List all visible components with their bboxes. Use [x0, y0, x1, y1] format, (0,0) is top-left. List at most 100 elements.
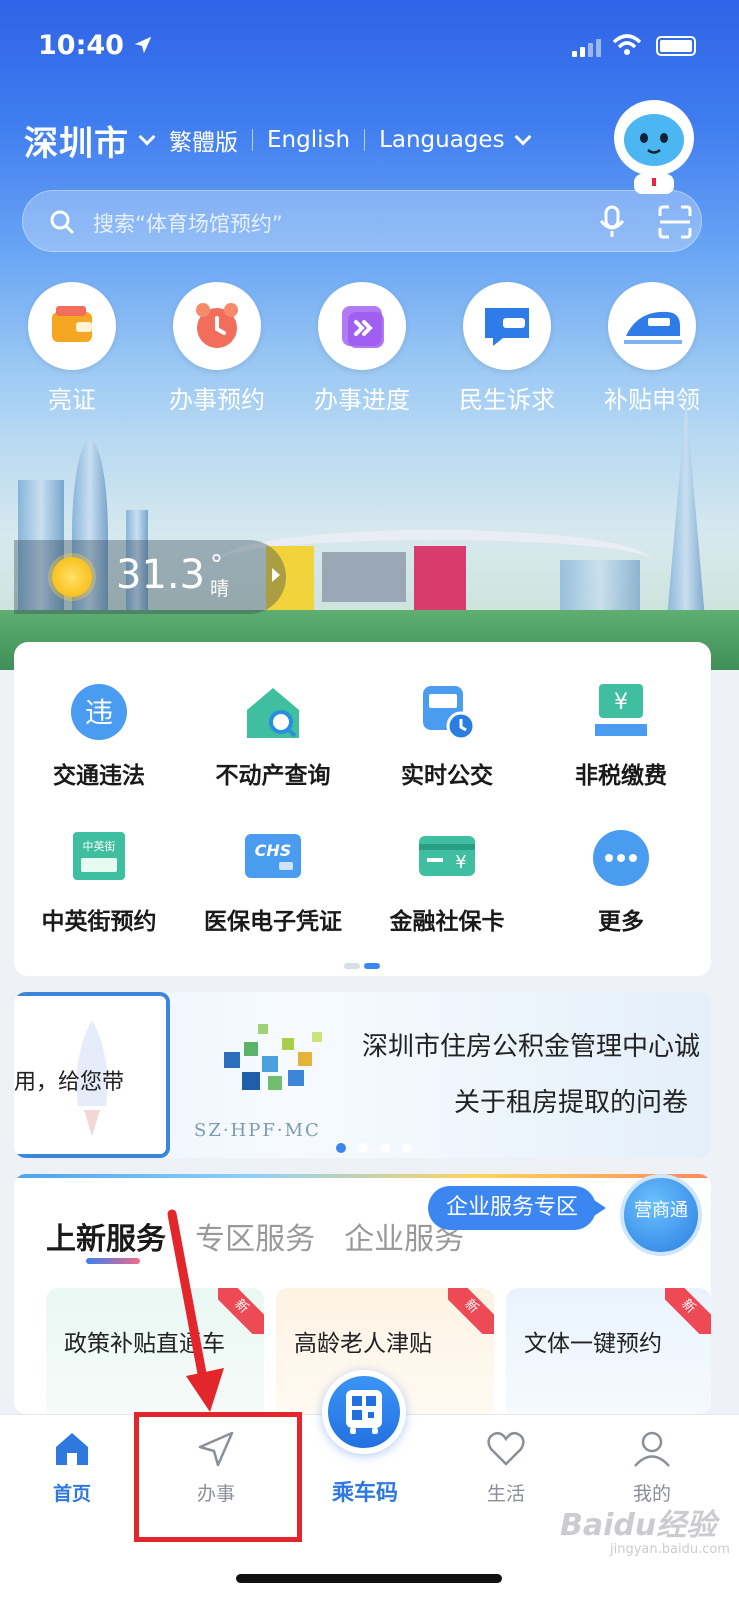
watermark-url: jingyan.baidu.com: [610, 1542, 730, 1557]
languages-selector[interactable]: Languages: [379, 127, 505, 153]
section-accent-bar: [14, 1174, 711, 1178]
quick-action-label: 办事进度: [314, 386, 410, 414]
quick-action-appeal[interactable]: 民生诉求: [452, 282, 562, 415]
service-financial-social-card[interactable]: ¥ 金融社保卡: [362, 828, 532, 936]
quick-action-appointment[interactable]: 办事预约: [162, 282, 272, 415]
service-more[interactable]: 更多: [536, 828, 706, 936]
civic-block-pink: [414, 546, 466, 616]
search-icon: [50, 210, 74, 234]
service-label: 实时公交: [401, 763, 493, 789]
location-arrow-icon: [134, 36, 152, 54]
banner-left-panel: 用，给您带: [14, 992, 170, 1158]
active-tab-underline: [86, 1258, 140, 1264]
quick-action-label: 办事预约: [169, 386, 265, 414]
quick-action-progress[interactable]: 办事进度: [307, 282, 417, 415]
bus-clock-icon: [417, 682, 477, 742]
service-realtime-bus[interactable]: 实时公交: [362, 682, 532, 790]
hpf-logo-mosaic: [214, 1012, 334, 1112]
service-medical-insurance[interactable]: CHS 医保电子凭证: [188, 828, 358, 936]
new-service-title: 政策补贴直通车: [64, 1331, 225, 1357]
qr-bus-icon: [346, 1390, 382, 1434]
status-bar: 10:40: [0, 0, 739, 90]
yingshangtong-button[interactable]: 营商通: [620, 1174, 702, 1256]
quick-action-label: 补贴申领: [604, 386, 700, 414]
house-search-icon: [243, 682, 303, 742]
sunny-icon: [52, 557, 92, 597]
search-input[interactable]: 搜索“体育场馆预约”: [93, 208, 283, 238]
chs-glyph: CHS: [255, 841, 292, 860]
top-header: 深圳市 繁體版 English Languages: [24, 116, 545, 165]
services-grid: 违 交通违法 不动产查询 实时公交 ¥ 非税缴费 中英街 中英街预约 CHS 医…: [14, 642, 711, 976]
enterprise-zone-bubble[interactable]: 企业服务专区: [428, 1186, 607, 1230]
zhongying-street-glyph: 中英街: [83, 839, 116, 853]
quick-action-label: 民生诉求: [459, 386, 555, 414]
chevron-down-icon[interactable]: [514, 128, 532, 146]
service-zhongying-street[interactable]: 中英街 中英街预约: [14, 828, 184, 936]
ride-code-button[interactable]: [322, 1370, 406, 1454]
service-label: 交通违法: [53, 763, 145, 789]
chevron-right-icon: [272, 568, 280, 582]
weather-temperature: 31.3: [116, 552, 206, 598]
service-label: 中英街预约: [41, 909, 157, 935]
quick-action-subsidy[interactable]: 补贴申领: [597, 282, 707, 415]
new-badge: 新: [448, 1288, 494, 1334]
microphone-icon[interactable]: [597, 205, 627, 239]
assistant-robot-icon[interactable]: [604, 94, 704, 194]
page-indicator: [344, 954, 384, 973]
svg-text:¥: ¥: [455, 852, 466, 873]
service-non-tax-payment[interactable]: ¥ 非税缴费: [536, 682, 706, 790]
skyline-tower: [666, 400, 706, 630]
new-service-card[interactable]: 政策补贴直通车 新: [46, 1288, 264, 1414]
heart-icon: [487, 1431, 525, 1466]
new-service-card[interactable]: 文体一键预约 新: [506, 1288, 711, 1414]
service-traffic-violation[interactable]: 违 交通违法: [14, 682, 184, 790]
service-property-query[interactable]: 不动产查询: [188, 682, 358, 790]
lang-traditional-link[interactable]: 繁體版: [169, 123, 238, 157]
divider: [252, 129, 253, 151]
service-label: 非税缴费: [575, 763, 667, 789]
hpf-logo-text: SZ·HPF·MC: [194, 1120, 321, 1141]
quick-action-label: 亮证: [48, 386, 96, 414]
civic-block-gray: [322, 552, 406, 602]
search-bar[interactable]: 搜索“体育场馆预约”: [22, 190, 702, 252]
weather-widget[interactable]: 31.3 ° 晴: [14, 540, 286, 614]
traffic-violation-icon: 违: [69, 682, 129, 742]
yuan-card-icon: ¥: [417, 828, 477, 888]
tab-life[interactable]: 生活: [456, 1429, 556, 1506]
quick-action-show-id[interactable]: 亮证: [17, 282, 127, 415]
promo-banner[interactable]: 用，给您带 SZ·HPF·MC 深圳市住房公积金管理中心诚 关于租房提取的问卷: [14, 992, 711, 1158]
banner-subtitle: 关于租房提取的问卷: [454, 1088, 689, 1118]
service-label: 医保电子凭证: [204, 909, 342, 935]
highlight-box: [134, 1412, 302, 1542]
banner-title: 深圳市住房公积金管理中心诚: [362, 1032, 701, 1062]
tab-new-services[interactable]: 上新服务: [46, 1214, 166, 1258]
chevron-down-icon[interactable]: [138, 128, 156, 146]
service-tabs: 上新服务 专区服务 企业服务: [46, 1214, 488, 1258]
scan-icon[interactable]: [657, 205, 693, 239]
new-badge: 新: [665, 1288, 711, 1334]
lang-english-link[interactable]: English: [267, 127, 350, 153]
traffic-violation-glyph: 违: [85, 696, 113, 729]
new-badge: 新: [218, 1288, 264, 1334]
train-icon: [624, 311, 682, 344]
tab-mine[interactable]: 我的: [602, 1429, 702, 1506]
ride-code-label[interactable]: 乘车码: [318, 1475, 412, 1507]
tab-home[interactable]: 首页: [22, 1429, 122, 1506]
home-icon: [56, 1433, 88, 1465]
battery-icon: [656, 36, 696, 56]
weather-condition: 晴: [210, 578, 230, 600]
street-sign-icon: 中英街: [69, 828, 129, 888]
tab-zone-services[interactable]: 专区服务: [195, 1214, 315, 1258]
wifi-icon: [612, 34, 642, 55]
tab-life-label: 生活: [486, 1483, 525, 1505]
city-selector[interactable]: 深圳市: [24, 116, 129, 165]
alarm-clock-icon: [196, 303, 238, 348]
more-dots-icon: [591, 828, 651, 888]
new-service-title: 文体一键预约: [524, 1331, 662, 1357]
chs-card-icon: CHS: [243, 828, 303, 888]
svg-text:¥: ¥: [614, 690, 628, 715]
new-service-title: 高龄老人津贴: [294, 1331, 432, 1357]
wallet-icon: [52, 306, 92, 342]
service-label: 更多: [598, 909, 644, 935]
service-label: 金融社保卡: [389, 909, 505, 935]
